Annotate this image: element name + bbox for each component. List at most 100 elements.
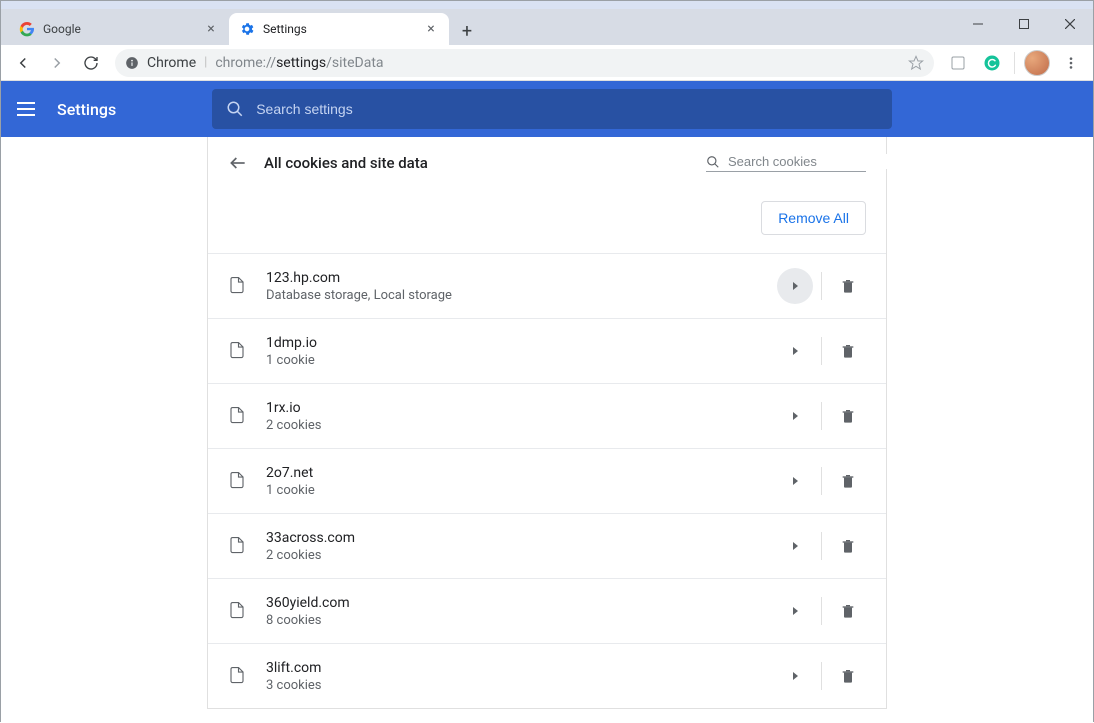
- back-button[interactable]: [7, 47, 39, 79]
- settings-search[interactable]: [212, 89, 892, 129]
- site-info-icon[interactable]: [125, 56, 139, 70]
- site-row[interactable]: 1dmp.io 1 cookie: [208, 318, 886, 383]
- site-info: 360yield.com 8 cookies: [266, 595, 759, 628]
- site-info: 1dmp.io 1 cookie: [266, 335, 759, 368]
- row-actions: [777, 593, 866, 629]
- divider: [821, 337, 822, 365]
- site-desc: Database storage, Local storage: [266, 288, 759, 303]
- divider: [821, 467, 822, 495]
- tab-google[interactable]: Google ×: [9, 13, 229, 45]
- expand-button[interactable]: [777, 528, 813, 564]
- secure-label: Chrome: [147, 55, 196, 71]
- google-favicon-icon: [19, 21, 35, 37]
- site-row[interactable]: 3lift.com 3 cookies: [208, 643, 886, 708]
- site-info: 2o7.net 1 cookie: [266, 465, 759, 498]
- site-info: 3lift.com 3 cookies: [266, 660, 759, 693]
- site-row[interactable]: 123.hp.com Database storage, Local stora…: [208, 253, 886, 318]
- delete-button[interactable]: [830, 658, 866, 694]
- cookie-search[interactable]: [706, 154, 866, 172]
- settings-header: Settings: [1, 81, 1093, 137]
- divider: [821, 532, 822, 560]
- file-icon: [228, 666, 248, 686]
- delete-button[interactable]: [830, 333, 866, 369]
- window-titlebar: [1, 1, 1093, 9]
- file-icon: [228, 536, 248, 556]
- file-icon: [228, 406, 248, 426]
- site-data-panel: All cookies and site data Remove All 123…: [207, 137, 887, 709]
- expand-button[interactable]: [777, 333, 813, 369]
- site-desc: 8 cookies: [266, 613, 759, 628]
- site-name: 3lift.com: [266, 660, 759, 676]
- delete-button[interactable]: [830, 593, 866, 629]
- tab-label: Google: [43, 22, 195, 36]
- search-icon: [226, 100, 244, 118]
- site-row[interactable]: 1rx.io 2 cookies: [208, 383, 886, 448]
- site-desc: 2 cookies: [266, 418, 759, 433]
- settings-search-input[interactable]: [256, 101, 878, 117]
- divider: [821, 402, 822, 430]
- site-name: 33across.com: [266, 530, 759, 546]
- menu-icon[interactable]: [17, 97, 41, 121]
- close-window-button[interactable]: [1047, 9, 1093, 39]
- row-actions: [777, 333, 866, 369]
- address-bar[interactable]: Chrome | chrome://settings/siteData: [115, 49, 934, 77]
- delete-button[interactable]: [830, 528, 866, 564]
- row-actions: [777, 463, 866, 499]
- content-area[interactable]: All cookies and site data Remove All 123…: [1, 137, 1093, 723]
- row-actions: [777, 398, 866, 434]
- row-actions: [777, 528, 866, 564]
- expand-button[interactable]: [777, 463, 813, 499]
- tab-label: Settings: [263, 22, 415, 36]
- new-tab-button[interactable]: +: [453, 17, 481, 45]
- back-arrow-icon[interactable]: [228, 153, 248, 173]
- tab-strip: Google × Settings × +: [1, 9, 1093, 45]
- delete-button[interactable]: [830, 463, 866, 499]
- site-name: 1dmp.io: [266, 335, 759, 351]
- tab-settings[interactable]: Settings ×: [229, 13, 449, 45]
- site-row[interactable]: 360yield.com 8 cookies: [208, 578, 886, 643]
- window-controls: [955, 9, 1093, 39]
- bookmark-icon[interactable]: [908, 55, 924, 71]
- divider: [821, 597, 822, 625]
- divider: [821, 662, 822, 690]
- site-name: 1rx.io: [266, 400, 759, 416]
- file-icon: [228, 601, 248, 621]
- expand-button[interactable]: [777, 398, 813, 434]
- gear-icon: [239, 21, 255, 37]
- site-name: 2o7.net: [266, 465, 759, 481]
- divider: [821, 272, 822, 300]
- search-icon: [706, 155, 720, 169]
- file-icon: [228, 471, 248, 491]
- extension-pocket-icon[interactable]: [942, 47, 974, 79]
- site-name: 360yield.com: [266, 595, 759, 611]
- delete-button[interactable]: [830, 398, 866, 434]
- extension-grammarly-icon[interactable]: [976, 47, 1008, 79]
- browser-toolbar: Chrome | chrome://settings/siteData: [1, 45, 1093, 81]
- close-icon[interactable]: ×: [203, 21, 219, 37]
- reload-button[interactable]: [75, 47, 107, 79]
- remove-all-button[interactable]: Remove All: [761, 201, 866, 235]
- file-icon: [228, 341, 248, 361]
- profile-avatar[interactable]: [1021, 47, 1053, 79]
- site-row[interactable]: 33across.com 2 cookies: [208, 513, 886, 578]
- close-icon[interactable]: ×: [423, 21, 439, 37]
- expand-button[interactable]: [777, 593, 813, 629]
- site-name: 123.hp.com: [266, 270, 759, 286]
- settings-title: Settings: [57, 100, 116, 119]
- url-text: chrome://settings/siteData: [215, 55, 900, 71]
- cookie-search-input[interactable]: [728, 154, 904, 169]
- maximize-button[interactable]: [1001, 9, 1047, 39]
- panel-title: All cookies and site data: [264, 154, 428, 172]
- forward-button[interactable]: [41, 47, 73, 79]
- expand-button[interactable]: [777, 268, 813, 304]
- minimize-button[interactable]: [955, 9, 1001, 39]
- expand-button[interactable]: [777, 658, 813, 694]
- menu-button[interactable]: [1055, 47, 1087, 79]
- delete-button[interactable]: [830, 268, 866, 304]
- site-row[interactable]: 2o7.net 1 cookie: [208, 448, 886, 513]
- site-info: 33across.com 2 cookies: [266, 530, 759, 563]
- site-desc: 2 cookies: [266, 548, 759, 563]
- site-info: 1rx.io 2 cookies: [266, 400, 759, 433]
- row-actions: [777, 268, 866, 304]
- remove-all-row: Remove All: [208, 189, 886, 253]
